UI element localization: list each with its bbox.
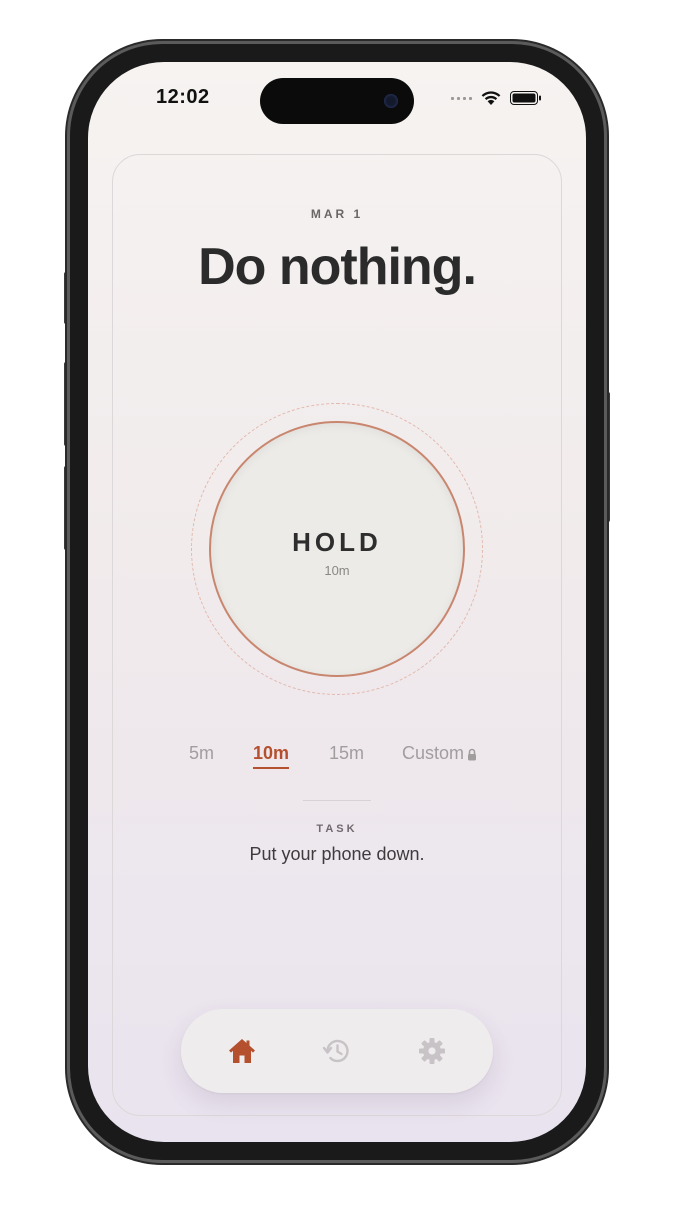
hold-button[interactable]: HOLD 10m: [209, 421, 465, 677]
duration-option-15m[interactable]: 15m: [329, 743, 364, 764]
wifi-icon: [481, 91, 501, 105]
tab-history[interactable]: [321, 1035, 353, 1067]
home-icon: [229, 1039, 255, 1063]
duration-option-custom[interactable]: Custom: [402, 743, 477, 764]
battery-icon: [510, 91, 541, 105]
duration-option-10m[interactable]: 10m: [253, 743, 290, 769]
camera-icon: [384, 94, 398, 108]
duration-option-5m[interactable]: 5m: [189, 743, 214, 764]
gear-icon: [419, 1038, 445, 1064]
dynamic-island: [260, 78, 414, 124]
date-label: MAR 1: [310, 207, 364, 221]
hold-duration-label: 10m: [324, 563, 350, 578]
section-divider: [303, 800, 371, 801]
phone-screen: 12:02 MAR 1 Do nothing. HOLD 10m 5m 10m …: [88, 62, 586, 1142]
tab-bar: [181, 1009, 493, 1093]
main-card: MAR 1 Do nothing. HOLD 10m 5m 10m 15m Cu…: [112, 154, 562, 1116]
cellular-signal-icon: [451, 96, 472, 100]
hold-button-label: HOLD: [292, 527, 382, 557]
duration-selector: 5m 10m 15m Custom: [113, 743, 561, 773]
phone-frame: 12:02 MAR 1 Do nothing. HOLD 10m 5m 10m …: [70, 44, 604, 1160]
task-text: Put your phone down.: [249, 844, 425, 864]
lock-icon: [468, 748, 477, 761]
duration-option-custom-label: Custom: [402, 743, 465, 763]
power-button: [604, 392, 610, 522]
status-bar: 12:02: [88, 62, 586, 132]
mockup-stage: 12:02 MAR 1 Do nothing. HOLD 10m 5m 10m …: [0, 0, 677, 1209]
status-time: 12:02: [156, 86, 210, 108]
tab-settings[interactable]: [416, 1035, 448, 1067]
history-icon: [322, 1039, 349, 1063]
task-label: TASK: [316, 823, 358, 835]
status-icons: [451, 90, 542, 106]
tab-home[interactable]: [226, 1035, 258, 1067]
page-title: Do nothing.: [198, 238, 477, 296]
